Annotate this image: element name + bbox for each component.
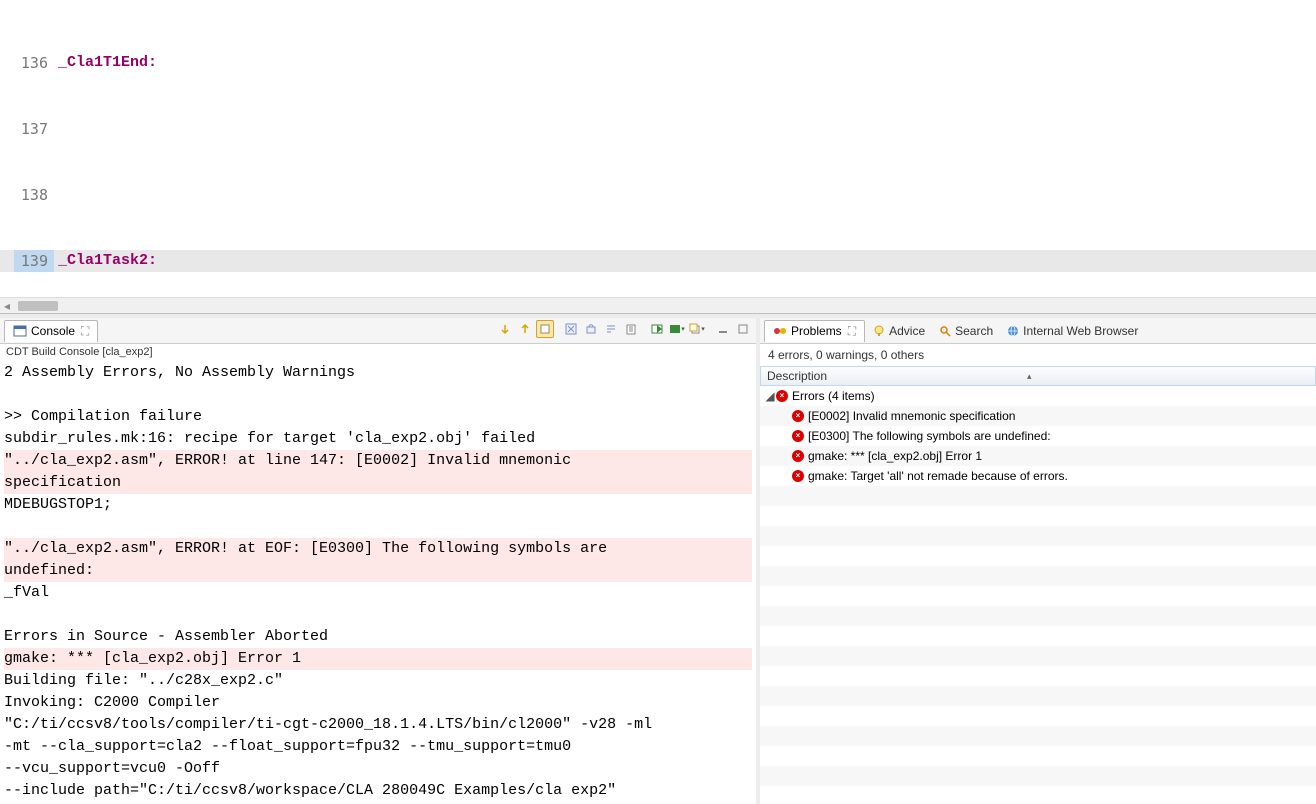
console-line: "C:/ti/ccsv8/tools/compiler/ti-cgt-c2000…	[4, 714, 752, 736]
console-line	[4, 604, 752, 626]
problem-text: gmake: Target 'all' not remade because o…	[808, 469, 1068, 483]
error-icon: ×	[792, 470, 804, 482]
code-area[interactable]: 136 _Cla1T1End: 137 138 139 _Cla1Task2: …	[0, 0, 1316, 314]
sort-indicator-icon: ▴	[1027, 371, 1032, 382]
error-icon: ×	[792, 430, 804, 442]
tab-internal-browser[interactable]: Internal Web Browser	[1001, 322, 1144, 340]
tab-advice[interactable]: Advice	[867, 322, 931, 340]
tab-close-icon[interactable]: ⛶	[848, 324, 856, 339]
code-editor[interactable]: 136 _Cla1T1End: 137 138 139 _Cla1Task2: …	[0, 0, 1316, 314]
problem-item[interactable]: × gmake: *** [cla_exp2.obj] Error 1	[760, 446, 1316, 466]
line-number: 138	[14, 184, 54, 206]
minimize-button[interactable]	[714, 320, 732, 338]
errors-group-label: Errors (4 items)	[792, 389, 875, 403]
scroll-left-icon[interactable]: ◂	[0, 299, 14, 313]
next-console-button[interactable]	[516, 320, 534, 338]
error-icon: ×	[792, 410, 804, 422]
line-number: 136	[14, 52, 54, 74]
display-selected-console-button[interactable]: ▾	[668, 320, 686, 338]
problem-item[interactable]: × [E0002] Invalid mnemonic specification	[760, 406, 1316, 426]
console-view: Console ⛶ ▾ ▾ CDT Build Conso	[0, 318, 760, 804]
copy-build-log-button[interactable]	[622, 320, 640, 338]
console-line	[4, 384, 752, 406]
console-line: MDEBUGSTOP1;	[4, 494, 752, 516]
code-token: _Cla1T1End:	[58, 54, 157, 71]
console-line: 2 Assembly Errors, No Assembly Warnings	[4, 362, 752, 384]
console-line: specification	[4, 472, 752, 494]
scroll-lock-button[interactable]	[582, 320, 600, 338]
console-line	[4, 516, 752, 538]
problems-summary: 4 errors, 0 warnings, 0 others	[760, 344, 1316, 366]
tab-console[interactable]: Console ⛶	[4, 320, 98, 342]
console-line: "../cla_exp2.asm", ERROR! at EOF: [E0300…	[4, 538, 752, 560]
errors-group-row[interactable]: ◢ × Errors (4 items)	[760, 386, 1316, 406]
console-line: -mt --cla_support=cla2 --float_support=f…	[4, 736, 752, 758]
globe-icon	[1007, 325, 1019, 337]
expander-icon[interactable]: ◢	[764, 389, 776, 403]
console-line: --include path="C:/ti/ccsv8/workspace/CL…	[4, 780, 752, 802]
open-console-button[interactable]	[648, 320, 666, 338]
column-description: Description	[767, 369, 827, 383]
console-tab-label: Console	[31, 324, 75, 338]
new-console-button[interactable]: ▾	[688, 320, 706, 338]
problems-view: Problems ⛶ Advice Search Internal Web Br…	[760, 318, 1316, 804]
console-line: Building file: "../c28x_exp2.c"	[4, 670, 752, 692]
console-line: _fVal	[4, 582, 752, 604]
console-line: Invoking: C2000 Compiler	[4, 692, 752, 714]
prev-console-button[interactable]	[496, 320, 514, 338]
problems-tabbar: Problems ⛶ Advice Search Internal Web Br…	[760, 318, 1316, 344]
problem-item[interactable]: × [E0300] The following symbols are unde…	[760, 426, 1316, 446]
line-number: 137	[14, 118, 54, 140]
wrap-button[interactable]	[602, 320, 620, 338]
problems-table-header[interactable]: Description ▴	[760, 366, 1316, 386]
console-line: "../cla_exp2.asm", ERROR! at line 147: […	[4, 450, 752, 472]
console-line: >> Compilation failure	[4, 406, 752, 428]
console-line: undefined:	[4, 560, 752, 582]
console-icon	[13, 324, 27, 338]
tab-problems[interactable]: Problems ⛶	[764, 320, 865, 342]
maximize-button[interactable]	[734, 320, 752, 338]
tab-close-icon[interactable]: ⛶	[81, 324, 89, 339]
problem-text: gmake: *** [cla_exp2.obj] Error 1	[808, 449, 982, 463]
problems-tree[interactable]: ◢ × Errors (4 items) × [E0002] Invalid m…	[760, 386, 1316, 804]
problems-icon	[773, 324, 787, 338]
problem-text: [E0002] Invalid mnemonic specification	[808, 409, 1015, 423]
console-subtitle: CDT Build Console [cla_exp2]	[0, 344, 756, 360]
line-number: 139	[14, 250, 54, 272]
error-icon: ×	[792, 450, 804, 462]
tab-search[interactable]: Search	[933, 322, 999, 340]
console-line: Errors in Source - Assembler Aborted	[4, 626, 752, 648]
scrollbar-thumb[interactable]	[18, 301, 58, 311]
problem-text: [E0300] The following symbols are undefi…	[808, 429, 1051, 443]
console-toolbar: ▾ ▾	[496, 320, 752, 338]
problems-tab-label: Problems	[791, 324, 842, 338]
problem-item[interactable]: × gmake: Target 'all' not remade because…	[760, 466, 1316, 486]
console-line: gmake: *** [cla_exp2.obj] Error 1	[4, 648, 752, 670]
clear-console-button[interactable]	[562, 320, 580, 338]
search-icon	[939, 325, 951, 337]
pin-console-button[interactable]	[536, 320, 554, 338]
console-output[interactable]: 2 Assembly Errors, No Assembly Warnings …	[0, 360, 756, 804]
console-line: subdir_rules.mk:16: recipe for target 'c…	[4, 428, 752, 450]
horizontal-scrollbar[interactable]: ◂	[0, 297, 1316, 313]
advice-icon	[873, 325, 885, 337]
console-line: --vcu_support=vcu0 -Ooff	[4, 758, 752, 780]
code-label: _Cla1Task2:	[58, 252, 157, 269]
error-icon: ×	[776, 390, 788, 402]
console-tabbar: Console ⛶ ▾ ▾	[0, 318, 756, 344]
